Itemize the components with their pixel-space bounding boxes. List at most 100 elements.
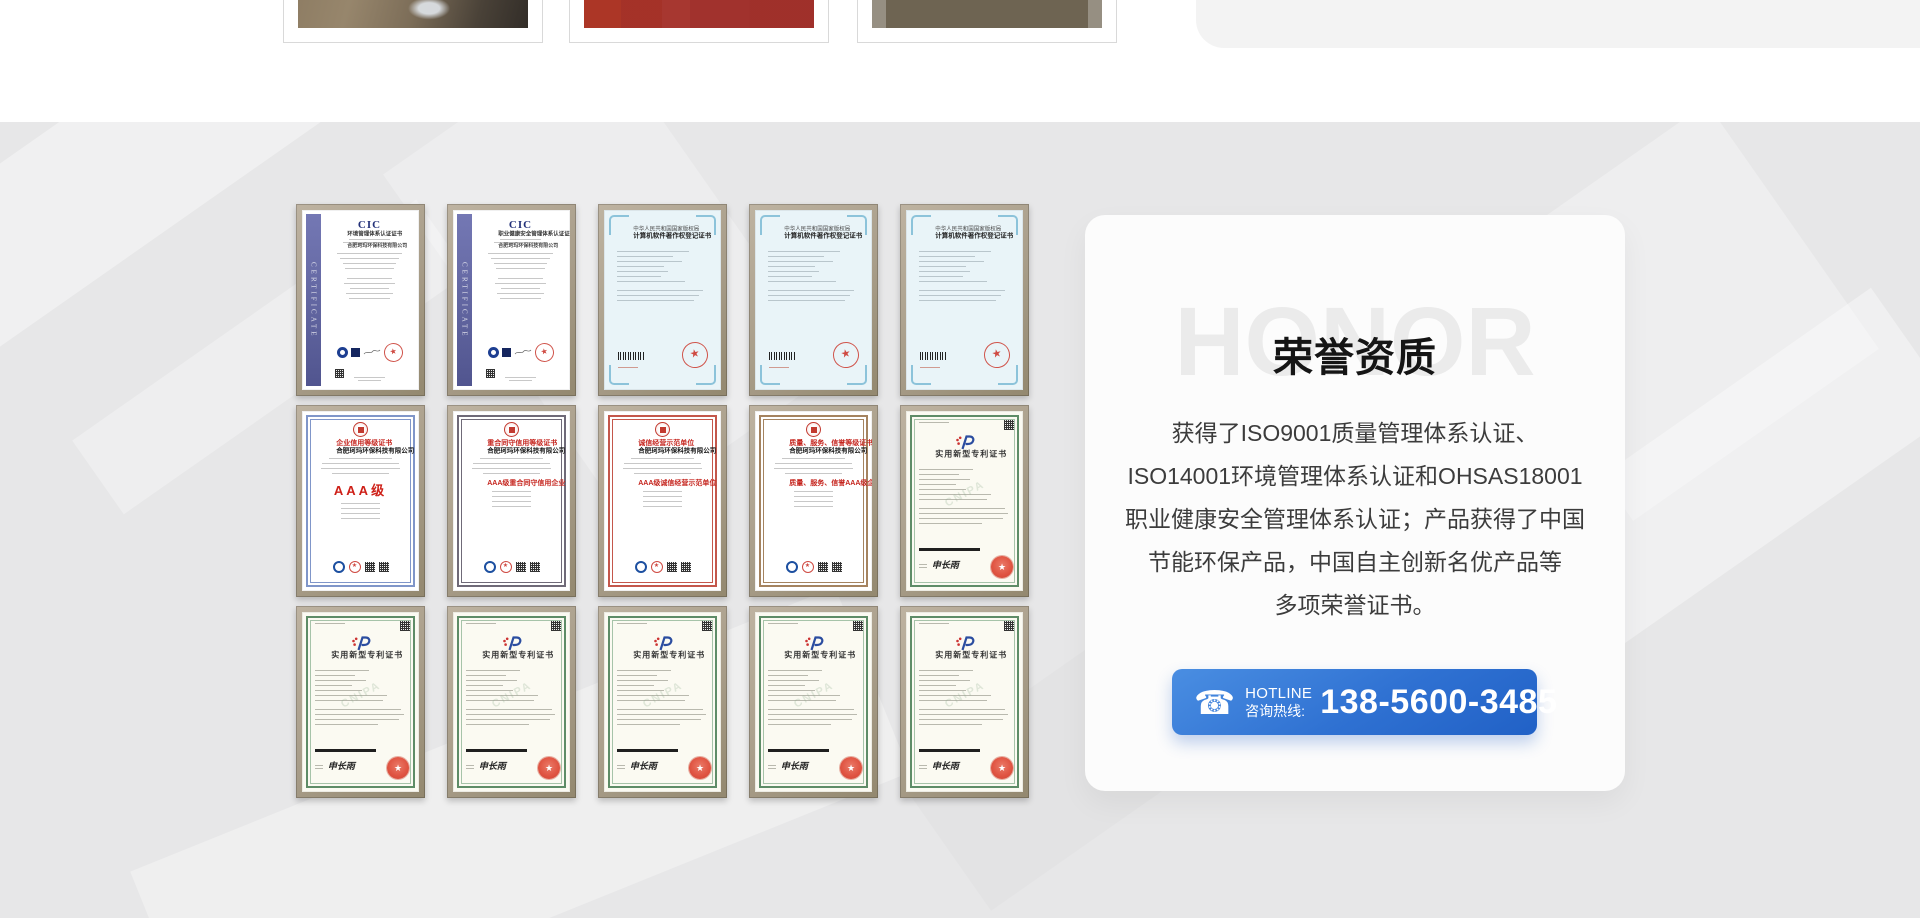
certificate-copyright[interactable]: 中华人民共和国国家版权局 计算机软件著作权登记证书 ★ xyxy=(598,204,727,396)
barcode xyxy=(315,749,376,752)
cic-round-logo xyxy=(488,347,499,358)
barcode xyxy=(769,352,795,360)
signature-row: 申长雨 xyxy=(768,759,808,772)
barcode xyxy=(768,749,829,752)
certificate-number xyxy=(920,367,940,368)
certificate-title: 实用新型专利证书 xyxy=(633,651,692,660)
signer-name: 申长雨 xyxy=(932,759,959,772)
signer-name: 申长雨 xyxy=(932,558,959,571)
qr-code xyxy=(400,621,410,631)
certificate-title: 实用新型专利证书 xyxy=(935,450,994,459)
excavation-green-net-photo xyxy=(298,0,528,28)
certificate-copyright[interactable]: 中华人民共和国国家版权局 计算机软件著作权登记证书 ★ xyxy=(900,204,1029,396)
star-seal: ★ xyxy=(802,561,814,573)
certificate-title: 实用新型专利证书 xyxy=(784,651,843,660)
certificate-credit[interactable]: 企业信用等级证书 合肥珂玛环保科技有限公司 AAA级 ★ xyxy=(296,405,425,597)
hotline-button[interactable]: ☎ HOTLINE 咨询热线: 138-5600-3485 xyxy=(1172,669,1537,735)
certificate-patent[interactable]: 实用新型专利证书 申长雨 ★ CNIPA xyxy=(900,405,1029,597)
certificate-number xyxy=(769,367,789,368)
credit-emblem xyxy=(806,422,821,437)
certificate-company: 合肥珂玛环保科技有限公司 xyxy=(347,243,392,249)
honor-section: CERTIFICATE CIC 环境管理体系认证证书 合肥珂玛环保科技有限公司 … xyxy=(0,122,1920,918)
award-grade: AAA级 xyxy=(312,480,409,499)
star-seal: ★ xyxy=(651,561,663,573)
certificate-title: 计算机软件著作权登记证书 xyxy=(633,232,692,239)
qr-code xyxy=(530,562,540,572)
barcode xyxy=(617,749,678,752)
qr-code xyxy=(818,562,828,572)
cic-logo: CIC xyxy=(476,219,565,231)
certificate-cic[interactable]: CERTIFICATE CIC 职业健康安全管理体系认证证书 合肥珂玛环保科技有… xyxy=(447,204,576,396)
association-logo xyxy=(635,561,647,573)
hotline-label-en: HOTLINE xyxy=(1245,685,1312,703)
star-seal: ★ xyxy=(349,561,361,573)
cic-logo: CIC xyxy=(325,219,414,231)
certificate-ribbon: CERTIFICATE xyxy=(457,214,472,386)
certificate-credit[interactable]: 重合同守信用等级证书 合肥珂玛环保科技有限公司 AAA级重合同守信用企业 ★ xyxy=(447,405,576,597)
section-title: 荣誉资质 xyxy=(1085,325,1625,383)
certificate-company: 合肥珂玛环保科技有限公司 xyxy=(498,243,543,249)
certificate-patent[interactable]: 实用新型专利证书 申长雨 ★ CNIPA xyxy=(749,606,878,798)
certificate-ribbon: CERTIFICATE xyxy=(306,214,321,386)
certificate-title: 实用新型专利证书 xyxy=(935,651,994,660)
certificate-title: 实用新型专利证书 xyxy=(482,651,541,660)
award-grade: AAA级诚信经营示范单位 xyxy=(638,479,687,487)
award-grade: 质量、服务、信誉AAA级企业 xyxy=(789,479,838,487)
red-seal: ★ xyxy=(387,757,409,779)
red-seal: ★ xyxy=(533,341,556,364)
certificate-patent[interactable]: 实用新型专利证书 申长雨 ★ CNIPA xyxy=(296,606,425,798)
star-seal: ★ xyxy=(500,561,512,573)
certificate-title: 计算机软件著作权登记证书 xyxy=(784,232,843,239)
signer-name: 申长雨 xyxy=(781,759,808,772)
signature-row: 申长雨 xyxy=(919,558,959,571)
qr-code xyxy=(516,562,526,572)
certificate-company: 合肥珂玛环保科技有限公司 xyxy=(638,447,687,454)
construction-truck-photo xyxy=(584,0,814,28)
barcode xyxy=(919,548,980,551)
red-seal: ★ xyxy=(991,556,1013,578)
red-seal: ★ xyxy=(538,757,560,779)
certificate-title: 环境管理体系认证证书 xyxy=(347,231,392,237)
gallery-photo-card[interactable] xyxy=(283,0,543,43)
gallery-photo-card[interactable] xyxy=(569,0,829,43)
gallery-photo-card[interactable] xyxy=(857,0,1117,43)
signer-name: 申长雨 xyxy=(479,759,506,772)
stamp-icon xyxy=(351,348,360,357)
concrete-pit-photo xyxy=(872,0,1102,28)
qr-code xyxy=(1004,621,1014,631)
previous-section-strip xyxy=(0,0,1920,122)
association-logo xyxy=(786,561,798,573)
certificate-grid: CERTIFICATE CIC 环境管理体系认证证书 合肥珂玛环保科技有限公司 … xyxy=(296,204,1029,798)
cic-round-logo xyxy=(337,347,348,358)
red-seal: ★ xyxy=(991,757,1013,779)
rounded-card-partial xyxy=(1196,0,1920,48)
barcode xyxy=(618,352,644,360)
award-grade: AAA级重合同守信用企业 xyxy=(487,479,536,487)
qr-code xyxy=(335,369,344,378)
hotline-label-zh: 咨询热线: xyxy=(1245,703,1305,720)
certificate-credit[interactable]: 诚信经营示范单位 合肥珂玛环保科技有限公司 AAA级诚信经营示范单位 ★ xyxy=(598,405,727,597)
certificate-patent[interactable]: 实用新型专利证书 申长雨 ★ CNIPA xyxy=(900,606,1029,798)
signer-name: 申长雨 xyxy=(328,759,355,772)
certificate-title: 计算机软件著作权登记证书 xyxy=(935,232,994,239)
association-logo xyxy=(333,561,345,573)
credit-emblem xyxy=(353,422,368,437)
certificate-copyright[interactable]: 中华人民共和国国家版权局 计算机软件著作权登记证书 ★ xyxy=(749,204,878,396)
phone-icon: ☎ xyxy=(1194,686,1235,719)
qr-code xyxy=(667,562,677,572)
signature xyxy=(514,349,532,356)
red-seal: ★ xyxy=(840,757,862,779)
signature-row: 申长雨 xyxy=(315,759,355,772)
qr-code xyxy=(1004,420,1014,430)
barcode xyxy=(466,749,527,752)
certificate-patent[interactable]: 实用新型专利证书 申长雨 ★ CNIPA xyxy=(447,606,576,798)
certificate-title: 实用新型专利证书 xyxy=(331,651,390,660)
signature xyxy=(363,349,381,356)
certificate-cic[interactable]: CERTIFICATE CIC 环境管理体系认证证书 合肥珂玛环保科技有限公司 … xyxy=(296,204,425,396)
qr-code xyxy=(486,369,495,378)
certificate-patent[interactable]: 实用新型专利证书 申长雨 ★ CNIPA xyxy=(598,606,727,798)
stamp-icon xyxy=(502,348,511,357)
qr-code xyxy=(551,621,561,631)
certificate-credit[interactable]: 质量、服务、信誉等级证书 合肥珂玛环保科技有限公司 质量、服务、信誉AAA级企业… xyxy=(749,405,878,597)
signer-name: 申长雨 xyxy=(630,759,657,772)
